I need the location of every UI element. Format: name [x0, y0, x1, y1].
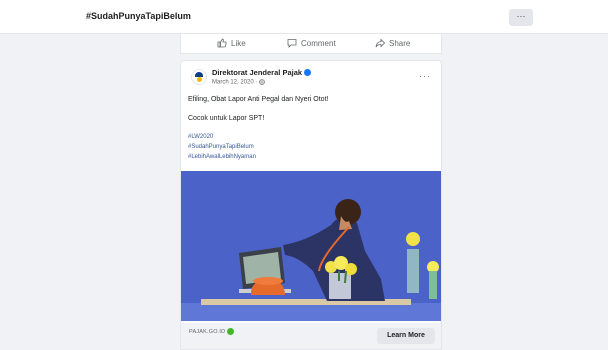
post-options-button[interactable]: ···: [419, 71, 431, 81]
check-icon: [227, 328, 235, 335]
page-name-link[interactable]: Direktorat Jenderal Pajak: [212, 68, 312, 77]
sponsor-domain: PAJAK.GO.ID: [189, 328, 235, 335]
globe-icon: [259, 79, 265, 85]
post-date-text: March 12, 2020 ·: [212, 79, 258, 86]
hashtag-link-2[interactable]: #SudahPunyaTapiBelum: [188, 144, 254, 150]
sponsor-domain-text: PAJAK.GO.ID: [189, 328, 226, 335]
comment-button[interactable]: Comment: [287, 38, 336, 48]
page-name-text: Direktorat Jenderal Pajak: [212, 68, 303, 77]
header-more-button[interactable]: ···: [509, 9, 533, 26]
verified-badge-icon: [304, 68, 312, 76]
post-text-line-2: Cocok untuk Lapor SPT!: [188, 115, 265, 122]
comment-label: Comment: [301, 38, 336, 48]
post-date[interactable]: March 12, 2020 ·: [212, 79, 265, 86]
more-icon: ···: [516, 11, 526, 21]
post-text-line-1: Efiling, Obat Lapor Anti Pegal dan Nyeri…: [188, 96, 329, 103]
hashtag-link-1[interactable]: #LW2020: [188, 134, 213, 140]
like-button[interactable]: Like: [217, 38, 246, 48]
post-image[interactable]: [181, 171, 442, 321]
hashtag-header-bar: #SudahPunyaTapiBelum ···: [0, 0, 608, 34]
logo-shape-dot: [197, 77, 202, 82]
share-label: Share: [389, 38, 411, 48]
post-options-icon: ···: [419, 71, 431, 81]
share-icon: [375, 38, 385, 48]
sponsored-post: Direktorat Jenderal Pajak March 12, 2020…: [180, 60, 442, 350]
page-avatar[interactable]: [191, 69, 207, 85]
like-label: Like: [231, 38, 246, 48]
previous-post-actions: Like Comment Share: [180, 34, 442, 54]
thumbs-up-icon: [217, 38, 227, 48]
learn-more-button[interactable]: Learn More: [377, 328, 435, 344]
comment-icon: [287, 39, 297, 48]
hashtag-title: #SudahPunyaTapiBelum: [86, 11, 191, 21]
hashtag-link-3[interactable]: #LebihAwalLebihNyaman: [188, 154, 256, 160]
share-button[interactable]: Share: [375, 38, 410, 48]
